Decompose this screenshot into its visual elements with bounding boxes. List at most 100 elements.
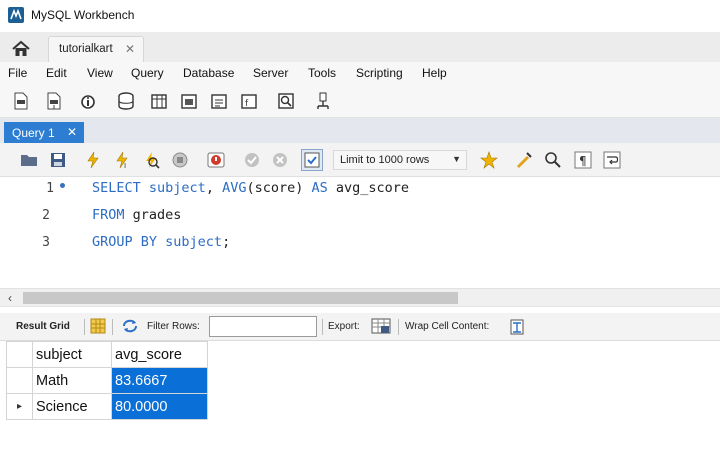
chevron-down-icon: ▼ (452, 154, 461, 164)
close-icon[interactable]: ✕ (67, 125, 77, 139)
menu-server[interactable]: Server (253, 66, 288, 80)
separator (322, 319, 323, 335)
menu-tools[interactable]: Tools (308, 66, 336, 80)
result-grid: subject avg_score Math 83.6667 ▸ Science… (0, 341, 720, 474)
autocommit-toggle-icon[interactable] (301, 149, 323, 171)
sql-identifier: subject (140, 180, 206, 196)
export-icon[interactable] (371, 317, 391, 338)
grid-view-icon[interactable] (90, 318, 106, 337)
result-toolbar: Result Grid Filter Rows: Export: Wrap Ce… (0, 313, 720, 341)
inspector-icon[interactable] (80, 91, 98, 111)
menu-file[interactable]: File (8, 66, 27, 80)
execute-icon[interactable] (84, 151, 102, 169)
menu-query[interactable]: Query (131, 66, 164, 80)
create-schema-icon[interactable] (117, 91, 135, 111)
column-header-avg-score[interactable]: avg_score (111, 341, 208, 368)
sql-text: , (205, 180, 223, 196)
wrap-lines-icon[interactable] (603, 151, 621, 169)
code-line[interactable]: FROM grades (92, 207, 181, 223)
mysql-workbench-icon (8, 7, 24, 23)
filter-rows-input[interactable] (209, 316, 317, 337)
home-icon (12, 40, 30, 56)
table-cell[interactable]: 80.0000 (111, 393, 208, 420)
refresh-icon[interactable] (121, 318, 139, 337)
create-view-icon[interactable] (180, 91, 198, 111)
save-icon[interactable] (49, 151, 67, 169)
connection-tab-label: tutorialkart (59, 43, 113, 55)
sql-keyword: GROUP BY (92, 234, 158, 250)
separator (398, 319, 399, 335)
home-tab[interactable] (2, 34, 40, 62)
toggle-error-continue-icon[interactable] (207, 151, 225, 169)
sql-text: ; (222, 234, 231, 250)
row-header[interactable] (6, 367, 33, 394)
sql-keyword: SELECT (92, 180, 141, 196)
sql-text: avg_score (327, 180, 410, 196)
line-number: 2 (42, 208, 50, 223)
menu-help[interactable]: Help (422, 66, 447, 80)
sql-editor[interactable]: 1 SELECT subject, AVG(score) AS avg_scor… (0, 177, 720, 288)
window-title: MySQL Workbench (31, 8, 135, 22)
result-grid-label[interactable]: Result Grid (16, 321, 70, 332)
sql-function: AVG (222, 180, 247, 196)
new-sql-tab-icon[interactable] (12, 91, 30, 111)
query-tab-label: Query 1 (12, 126, 55, 140)
sql-keyword: FROM (92, 207, 125, 223)
code-line[interactable]: SELECT subject, AVG(score) AS avg_score (92, 180, 409, 196)
stop-icon[interactable] (171, 151, 189, 169)
current-row-marker-icon[interactable]: ▸ (6, 393, 33, 420)
tab-query-1[interactable]: Query 1 ✕ (4, 122, 84, 143)
search-table-data-icon[interactable] (277, 91, 295, 111)
explain-icon[interactable] (142, 151, 160, 169)
connection-tab[interactable]: tutorialkart ✕ (48, 36, 144, 62)
column-header-subject[interactable]: subject (32, 341, 112, 368)
create-function-icon[interactable]: f (240, 91, 258, 111)
menu-edit[interactable]: Edit (46, 66, 67, 80)
horizontal-scrollbar[interactable]: ‹ (0, 288, 720, 307)
sql-identifier: subject (157, 234, 223, 250)
menu-database[interactable]: Database (183, 66, 234, 80)
sql-keyword: AS (311, 180, 328, 196)
limit-rows-select[interactable]: Limit to 1000 rows ▼ (333, 150, 467, 170)
limit-rows-label: Limit to 1000 rows (340, 154, 430, 166)
rollback-icon[interactable] (271, 151, 289, 169)
execute-current-statement-icon[interactable]: I (113, 151, 131, 170)
table-cell[interactable]: Math (32, 367, 112, 394)
find-replace-icon[interactable] (544, 151, 562, 169)
menu-bar: File Edit View Query Database Server Too… (0, 62, 720, 84)
title-bar: MySQL Workbench (0, 0, 720, 32)
separator (112, 319, 113, 335)
add-snippet-icon[interactable] (480, 151, 498, 169)
result-table: subject avg_score Math 83.6667 ▸ Science… (6, 341, 208, 420)
create-procedure-icon[interactable] (210, 91, 228, 111)
table-cell[interactable]: 83.6667 (111, 367, 208, 394)
table-cell[interactable]: Science (32, 393, 112, 420)
create-table-icon[interactable] (150, 91, 168, 111)
menu-view[interactable]: View (87, 66, 113, 80)
wrap-cell-content-label: Wrap Cell Content: (405, 321, 490, 332)
table-row[interactable]: ▸ Science 80.0000 (6, 393, 208, 420)
wrap-cell-content-icon[interactable] (510, 319, 524, 338)
code-line[interactable]: GROUP BY subject; (92, 234, 230, 250)
close-icon[interactable]: ✕ (125, 42, 135, 56)
menu-scripting[interactable]: Scripting (356, 66, 403, 80)
open-sql-script-icon[interactable] (45, 91, 63, 111)
sql-text: grades (124, 207, 182, 223)
filter-rows-label: Filter Rows: (147, 321, 200, 332)
table-row[interactable]: Math 83.6667 (6, 367, 208, 394)
open-folder-icon[interactable] (20, 151, 38, 169)
main-toolbar: f (0, 84, 720, 118)
svg-text:I: I (124, 162, 126, 169)
sql-editor-toolbar: I Limit to 1000 rows ▼ ¶ (0, 143, 720, 177)
commit-icon[interactable] (243, 151, 261, 169)
table-header-row: subject avg_score (6, 341, 208, 368)
scrollbar-thumb[interactable] (23, 292, 458, 304)
line-number: 3 (42, 235, 50, 250)
separator (84, 319, 85, 335)
chevron-left-icon[interactable]: ‹ (8, 291, 12, 305)
query-tab-strip: Query 1 ✕ (0, 118, 720, 143)
beautify-icon[interactable] (515, 151, 533, 169)
invisible-characters-icon[interactable]: ¶ (574, 151, 592, 169)
row-header-corner (6, 341, 33, 368)
reconnect-icon[interactable] (314, 91, 332, 111)
